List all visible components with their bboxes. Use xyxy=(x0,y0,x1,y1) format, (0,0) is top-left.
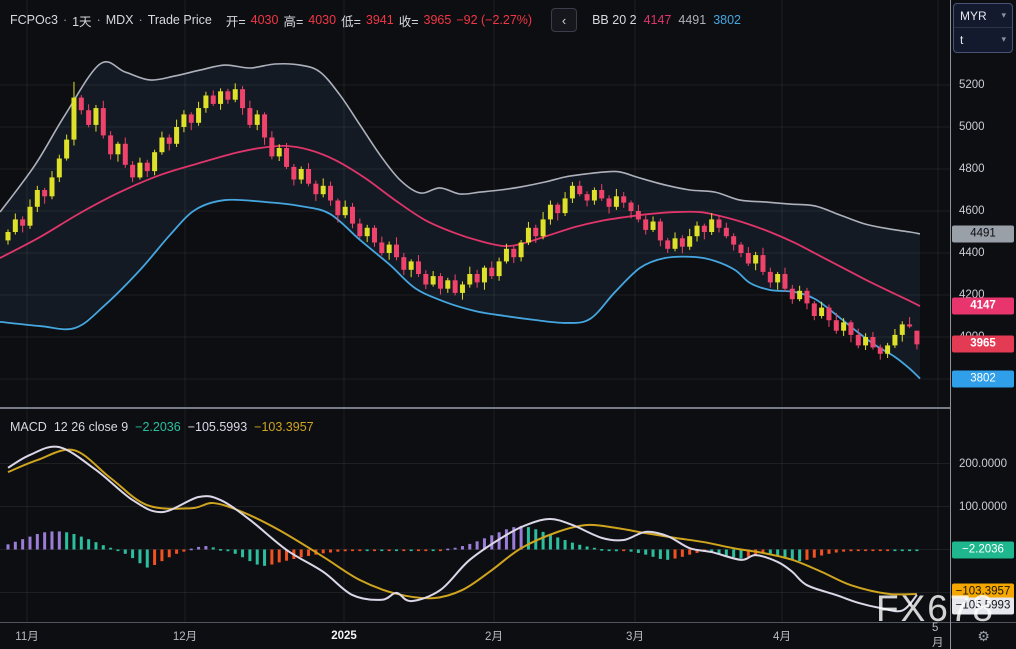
separator: · xyxy=(138,13,143,27)
close-value: 3965 xyxy=(423,13,452,27)
price-axis[interactable]: MYR ▾ t ▾ 520050004800460044004200400020… xyxy=(951,0,1016,622)
macd-hist-value: −2.2036 xyxy=(135,420,181,434)
interval-label[interactable]: 1天 xyxy=(72,11,91,30)
time-axis-label: 11月 xyxy=(15,631,39,643)
series-type-label: Trade Price xyxy=(147,13,212,27)
time-axis-label: 2025 xyxy=(331,630,357,642)
macd-title: MACD xyxy=(10,420,47,434)
chevron-down-icon: ▾ xyxy=(1001,10,1006,20)
price-badge: 3965 xyxy=(952,335,1014,353)
high-value: 4030 xyxy=(308,13,337,27)
bb-upper-value: 4491 xyxy=(678,13,707,27)
high-label: 高= xyxy=(283,14,304,29)
chevron-down-icon: ▾ xyxy=(1001,34,1006,44)
macd-line-value: −105.5993 xyxy=(187,420,248,434)
pane-divider[interactable] xyxy=(0,407,1016,409)
macd-params: 12 26 close 9 xyxy=(53,420,129,434)
bb-title: BB 20 2 xyxy=(592,13,637,27)
time-axis-label: 12月 xyxy=(172,631,198,643)
separator: · xyxy=(96,13,101,27)
macd-value-badge: −2.2036 xyxy=(952,541,1014,559)
currency-selector[interactable]: MYR ▾ xyxy=(954,4,1012,27)
time-axis-label: 4月 xyxy=(773,631,791,643)
main-legend: FCPOc3 · 1天 · MDX · Trade Price 开= 4030 … xyxy=(10,8,741,32)
price-badge: 4491 xyxy=(952,225,1014,243)
time-axis-label: 3月 xyxy=(626,631,644,643)
macd-indicator-legend[interactable]: MACD 12 26 close 9 −2.2036 −105.5993 −10… xyxy=(10,419,314,435)
price-axis-divider xyxy=(950,0,951,649)
currency-value: MYR xyxy=(960,8,987,23)
change-value: −92 (−2.27%) xyxy=(456,13,533,27)
price-axis-label: 4600 xyxy=(959,205,985,217)
close-label: 收= xyxy=(398,14,419,29)
chevron-left-icon: ‹ xyxy=(561,12,567,28)
time-axis[interactable]: 11月 12月 2025 2月 3月 4月 5月 xyxy=(0,622,950,649)
unit-selector[interactable]: t ▾ xyxy=(954,28,1012,51)
macd-signal-value: −103.3957 xyxy=(254,420,314,434)
macd-axis-label: 200.0000 xyxy=(959,457,1007,470)
price-badge: 3802 xyxy=(952,370,1014,388)
low-value: 3941 xyxy=(365,13,394,27)
time-axis-label: 5月 xyxy=(932,622,944,649)
price-axis-label: 4800 xyxy=(959,163,985,175)
separator: · xyxy=(62,13,68,27)
bb-lower-value: 3802 xyxy=(713,13,742,27)
price-axis-label: 5200 xyxy=(959,79,985,91)
low-label: 低= xyxy=(341,14,361,29)
exchange-label: MDX xyxy=(105,13,134,27)
bb-basis-value: 4147 xyxy=(643,13,672,27)
legend-collapse-button[interactable]: ‹ xyxy=(551,8,578,32)
gear-icon[interactable]: ⚙ xyxy=(977,628,990,645)
price-axis-label: 4400 xyxy=(959,247,985,259)
macd-value-badge: −105.5993 xyxy=(952,597,1014,615)
price-badge: 4147 xyxy=(952,297,1014,315)
trading-chart-app: FCPOc3 · 1天 · MDX · Trade Price 开= 4030 … xyxy=(0,0,1016,649)
time-axis-label: 2月 xyxy=(485,631,503,643)
axis-settings-corner: ⚙ xyxy=(951,623,1016,649)
open-value: 4030 xyxy=(250,13,279,27)
currency-unit-dropdown: MYR ▾ t ▾ xyxy=(953,3,1013,53)
open-label: 开= xyxy=(225,14,246,29)
chart-canvas[interactable] xyxy=(0,0,950,622)
macd-axis-label: 100.0000 xyxy=(959,500,1007,513)
unit-value: t xyxy=(960,32,964,47)
bb-indicator-legend[interactable]: BB 20 2 4147 4491 3802 xyxy=(592,13,741,27)
symbol-title[interactable]: FCPOc3 xyxy=(10,13,58,27)
price-axis-label: 5000 xyxy=(959,121,985,133)
